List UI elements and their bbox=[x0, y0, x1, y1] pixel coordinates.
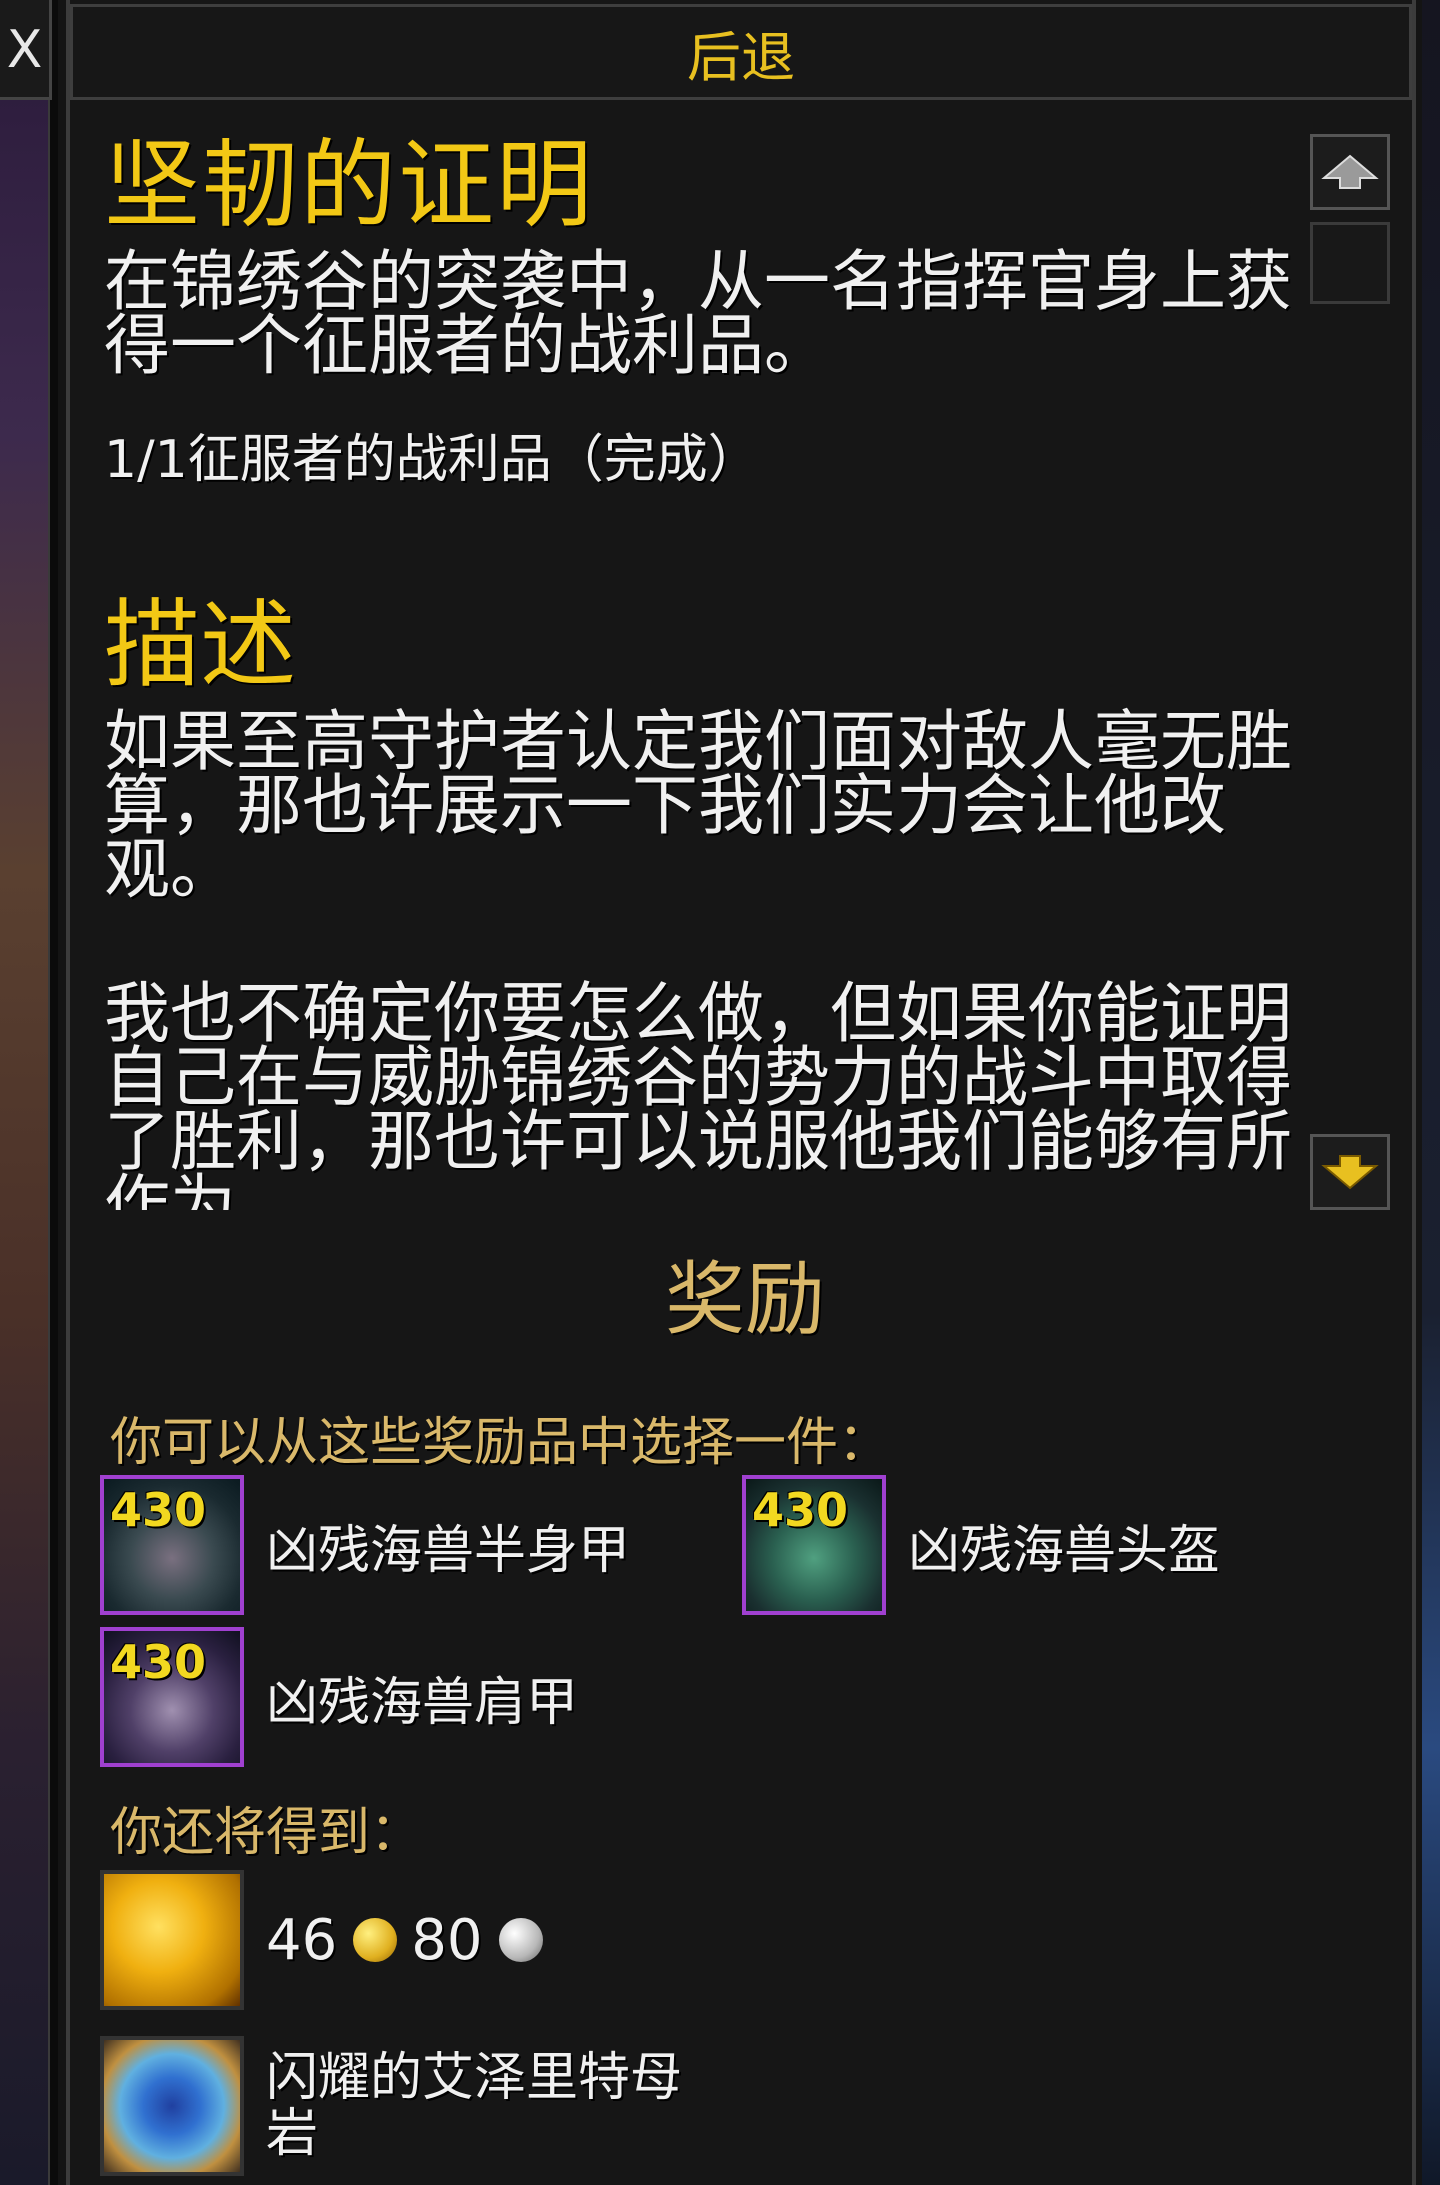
quest-text-scroll-area[interactable]: 坚韧的证明 在锦绣谷的突袭中，从一名指挥官身上获得一个征服者的战利品。 1/1征… bbox=[74, 120, 1314, 1210]
description-paragraph-1: 如果至高守护者认定我们面对敌人毫无胜算，那也许展示一下我们实力会让他改观。 bbox=[104, 703, 1292, 908]
description-heading: 描述 bbox=[104, 589, 296, 701]
background-scenery bbox=[0, 0, 58, 2185]
azerite-gem-icon bbox=[100, 2036, 244, 2176]
silver-amount: 80 bbox=[411, 1907, 483, 1973]
description-paragraph-2: 我也不确定你要怎么做，但如果你能证明自己在与威胁锦绣谷的势力的战斗中取得了胜利，… bbox=[104, 975, 1292, 1211]
item-level: 430 bbox=[110, 1635, 207, 1689]
item-level: 430 bbox=[752, 1483, 849, 1537]
back-button-label: 后退 bbox=[687, 25, 795, 89]
scroll-down-button[interactable] bbox=[1310, 1134, 1390, 1210]
rewards-heading: 奖励 bbox=[665, 1253, 825, 1346]
reward-azerite[interactable]: 闪耀的艾泽里特母岩 bbox=[100, 2036, 686, 2176]
reward-item-name: 凶残海兽肩甲 bbox=[266, 1672, 579, 1733]
reward-money[interactable]: 46 80 bbox=[100, 1870, 557, 2010]
scrollbar-thumb[interactable] bbox=[1310, 222, 1390, 304]
quest-objective-progress: 1/1征服者的战利品（完成） bbox=[104, 430, 760, 490]
reward-choice-shoulder[interactable]: 430 凶残海兽肩甲 bbox=[100, 1627, 578, 1767]
quest-title: 坚韧的证明 bbox=[104, 129, 594, 241]
choose-reward-label: 你可以从这些奖励品中选择一件： bbox=[110, 1413, 891, 1473]
gold-amount: 46 bbox=[266, 1907, 338, 1973]
reward-item-name: 凶残海兽头盔 bbox=[908, 1520, 1221, 1581]
gold-coin-icon bbox=[353, 1918, 398, 1962]
chest-armor-icon: 430 bbox=[100, 1475, 244, 1615]
reward-item-name: 闪耀的艾泽里特母岩 bbox=[266, 2048, 683, 2164]
quest-objective-text: 在锦绣谷的突袭中，从一名指挥官身上获得一个征服者的战利品。 bbox=[104, 243, 1292, 384]
helm-icon: 430 bbox=[742, 1475, 886, 1615]
close-button[interactable]: X bbox=[0, 0, 52, 100]
money-amount: 46 80 bbox=[266, 1908, 557, 1973]
silver-coin-icon bbox=[498, 1918, 543, 1962]
back-button[interactable]: 后退 bbox=[70, 4, 1412, 100]
arrow-up-icon bbox=[1321, 154, 1379, 189]
reward-choice-chest[interactable]: 430 凶残海兽半身甲 bbox=[100, 1475, 630, 1615]
scroll-up-button[interactable] bbox=[1310, 134, 1390, 210]
shoulder-armor-icon: 430 bbox=[100, 1627, 244, 1767]
background-scenery-right bbox=[1422, 0, 1440, 2185]
item-level: 430 bbox=[110, 1483, 207, 1537]
reward-choice-helm[interactable]: 430 凶残海兽头盔 bbox=[742, 1475, 1220, 1615]
reward-item-name: 凶残海兽半身甲 bbox=[266, 1520, 631, 1581]
arrow-down-icon bbox=[1321, 1155, 1379, 1190]
also-receive-label: 你还将得到： bbox=[110, 1803, 423, 1863]
gold-coins-icon bbox=[100, 1870, 244, 2010]
